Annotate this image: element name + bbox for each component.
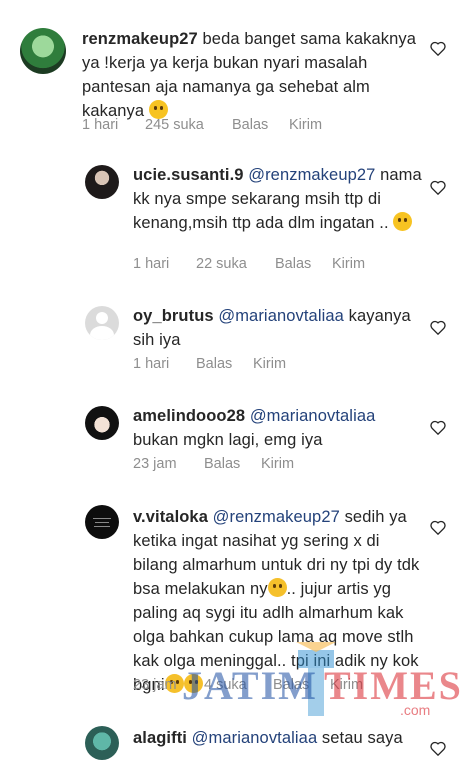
heart-icon[interactable] (430, 180, 446, 195)
comment-time: 23 jam (133, 677, 177, 693)
comment-time: 23 jam (133, 456, 177, 472)
avatar[interactable] (85, 726, 119, 760)
heart-icon[interactable] (430, 741, 446, 756)
comment-text: alagifti @marianovtaliaa setau saya (133, 726, 423, 750)
avatar[interactable] (20, 28, 66, 74)
comment-body: bukan mgkn lagi, emg iya (133, 431, 323, 449)
send-button[interactable]: Kirim (289, 117, 322, 133)
comment-mention[interactable]: @marianovtaliaa (218, 307, 344, 325)
reply-button[interactable]: Balas (232, 117, 268, 133)
heart-icon[interactable] (430, 320, 446, 335)
heart-icon[interactable] (430, 520, 446, 535)
watermark-domain: .com (400, 702, 431, 718)
comment-time: 1 hari (133, 256, 170, 272)
send-button[interactable]: Kirim (253, 356, 286, 372)
comment-likes[interactable]: 245 suka (145, 117, 204, 133)
comment-time: 1 hari (82, 117, 119, 133)
avatar[interactable] (85, 505, 119, 539)
comment-text: ucie.susanti.9 @renzmakeup27 nama kk nya… (133, 163, 423, 235)
comment-mention[interactable]: @marianovtaliaa (192, 729, 318, 747)
comment-text: oy_brutus @marianovtaliaa kayanya sih iy… (133, 304, 423, 352)
comment-text: amelindooo28 @marianovtaliaa bukan mgkn … (133, 404, 423, 452)
reply-button[interactable]: Balas (275, 256, 311, 272)
comment-username[interactable]: oy_brutus (133, 307, 214, 325)
reply-button[interactable]: Balas (196, 356, 232, 372)
reply-button[interactable]: Balas (204, 456, 240, 472)
comment-username[interactable]: alagifti (133, 729, 187, 747)
comment-username[interactable]: renzmakeup27 (82, 30, 198, 48)
emoji-icon (393, 212, 413, 231)
heart-icon[interactable] (430, 41, 446, 56)
send-button[interactable]: Kirim (332, 256, 365, 272)
send-button[interactable]: Kirim (261, 456, 294, 472)
comment-username[interactable]: amelindooo28 (133, 407, 245, 425)
watermark-word-times: TIMES (324, 663, 463, 708)
avatar[interactable] (85, 165, 119, 199)
comment-mention[interactable]: @renzmakeup27 (213, 508, 340, 526)
watermark-word-jatim: JATIM (182, 663, 318, 708)
comment-mention[interactable]: @renzmakeup27 (248, 166, 375, 184)
comment-text: renzmakeup27 beda banget sama kakaknya y… (82, 27, 432, 123)
watermark-logo: JATIM TIMES .com (178, 642, 461, 722)
comment-body: setau saya (321, 729, 403, 747)
comment-mention[interactable]: @marianovtaliaa (250, 407, 376, 425)
avatar[interactable] (85, 306, 119, 340)
emoji-icon (267, 578, 287, 597)
comment-username[interactable]: ucie.susanti.9 (133, 166, 244, 184)
comment-username[interactable]: v.vitaloka (133, 508, 208, 526)
comment-likes[interactable]: 22 suka (196, 256, 247, 272)
comment-time: 1 hari (133, 356, 170, 372)
avatar[interactable] (85, 406, 119, 440)
heart-icon[interactable] (430, 420, 446, 435)
